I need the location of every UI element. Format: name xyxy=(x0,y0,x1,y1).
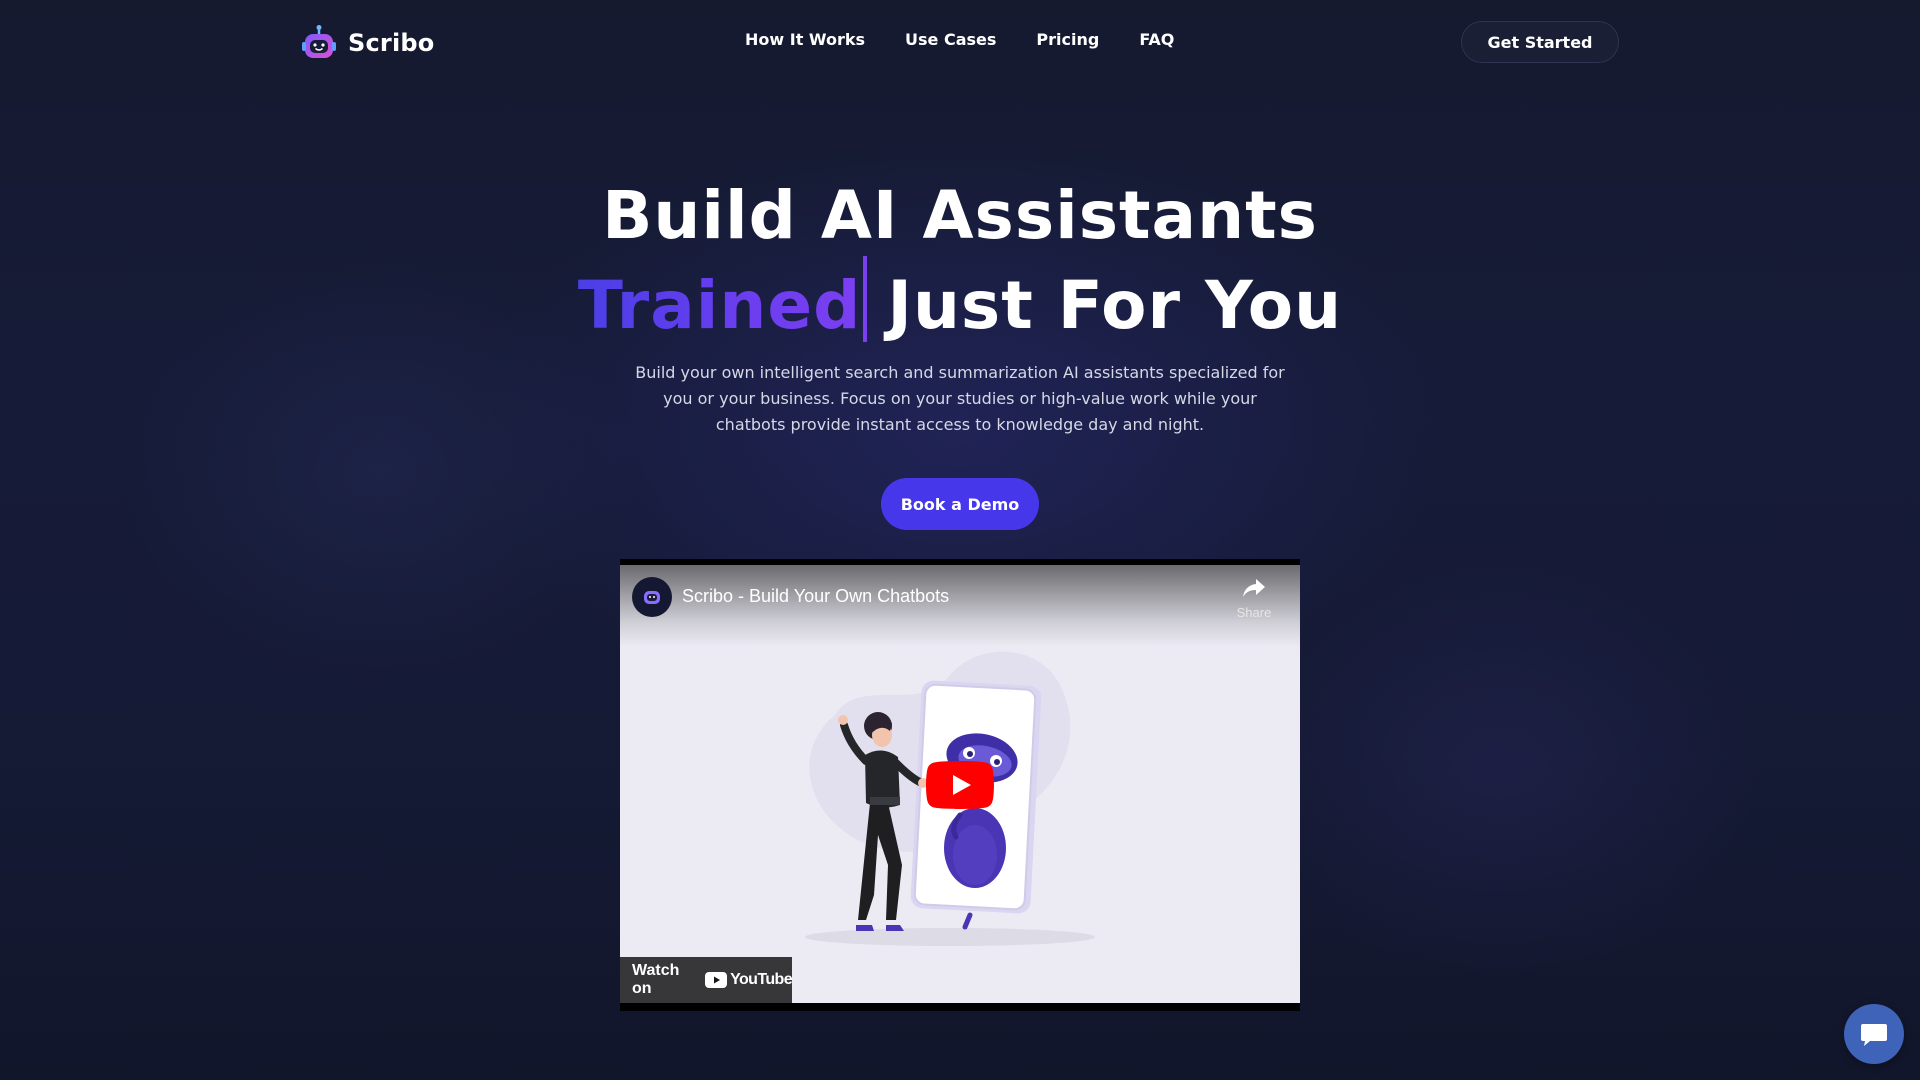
hero-title-line-1: Build AI Assistants xyxy=(602,177,1318,254)
channel-avatar[interactable] xyxy=(632,577,672,617)
typing-caret xyxy=(863,256,868,342)
top-navbar: Scribo How It Works Use Cases Pricing FA… xyxy=(0,0,1920,86)
youtube-video-embed[interactable]: Scribo - Build Your Own Chatbots Share W… xyxy=(620,559,1300,1011)
nav-link-pricing[interactable]: Pricing xyxy=(1036,30,1099,49)
share-arrow-icon xyxy=(1243,579,1265,597)
nav-link-faq[interactable]: FAQ xyxy=(1139,30,1174,49)
play-icon[interactable] xyxy=(926,761,994,809)
landing-page: Scribo How It Works Use Cases Pricing FA… xyxy=(0,0,1920,1080)
video-thumbnail[interactable]: Scribo - Build Your Own Chatbots Share W… xyxy=(620,565,1300,1003)
brand-name: Scribo xyxy=(348,29,435,57)
nav-link-how-it-works[interactable]: How It Works xyxy=(745,30,865,49)
nav-link-use-cases[interactable]: Use Cases xyxy=(905,30,996,49)
watch-on-youtube-button[interactable]: Watch on YouTube xyxy=(620,957,793,1003)
hero-title-line-2: Trained Just For You xyxy=(0,256,1920,346)
youtube-logo: YouTube xyxy=(705,971,793,989)
get-started-button[interactable]: Get Started xyxy=(1461,21,1619,63)
book-demo-button[interactable]: Book a Demo xyxy=(881,478,1039,530)
nav-links: How It Works Use Cases Pricing FAQ xyxy=(745,30,1174,49)
brand-link[interactable]: Scribo xyxy=(300,22,434,64)
video-title-bar: Scribo - Build Your Own Chatbots Share xyxy=(620,565,1300,647)
youtube-play-icon xyxy=(705,972,728,988)
hero-subtitle: Build your own intelligent search and su… xyxy=(635,363,1285,434)
youtube-wordmark: YouTube xyxy=(730,971,792,988)
chat-widget-button[interactable] xyxy=(1844,1004,1904,1064)
share-label: Share xyxy=(1236,605,1272,620)
share-button[interactable]: Share xyxy=(1232,577,1276,627)
channel-robot-icon xyxy=(644,591,660,604)
background-glow-right xyxy=(1240,560,1760,980)
hero-title-rest: Just For You xyxy=(887,267,1343,344)
hero-title: Build AI Assistants Trained Just For You xyxy=(0,176,1920,346)
watch-on-label: Watch on xyxy=(632,962,680,997)
hero-title-accent-word: Trained xyxy=(577,267,862,344)
robot-logo-icon xyxy=(302,25,336,58)
video-title[interactable]: Scribo - Build Your Own Chatbots xyxy=(682,586,949,607)
chat-bubble-icon xyxy=(1861,1024,1887,1046)
